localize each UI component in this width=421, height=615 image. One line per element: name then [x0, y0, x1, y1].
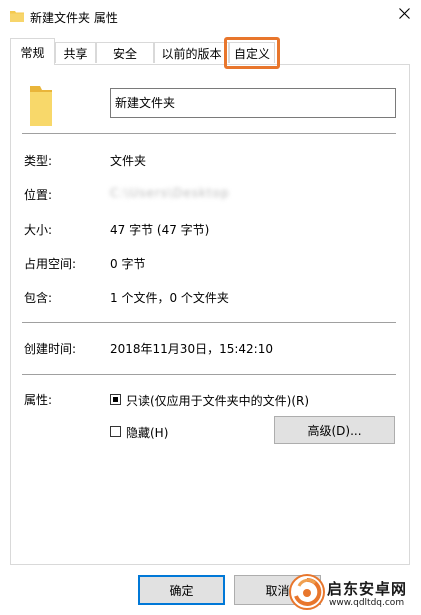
tab-highlight-box	[224, 37, 280, 69]
contains-label: 包含:	[24, 291, 53, 305]
attributes-label: 属性:	[24, 393, 53, 407]
watermark-title: 启东安卓网	[327, 580, 408, 598]
folder-icon	[10, 10, 24, 25]
general-panel	[10, 64, 410, 565]
folder-name-input[interactable]: 新建文件夹	[110, 88, 396, 118]
close-icon	[398, 8, 410, 22]
separator	[22, 374, 396, 375]
watermark-url: www.qdltdq.com	[329, 598, 405, 608]
size-label: 大小:	[24, 223, 53, 237]
tab-previous-versions[interactable]: 以前的版本	[154, 42, 229, 63]
readonly-checkbox[interactable]	[110, 394, 121, 405]
created-label: 创建时间:	[24, 342, 77, 356]
location-value: C:\Users\Desktop	[110, 186, 230, 200]
location-label: 位置:	[24, 188, 53, 202]
close-button[interactable]	[387, 0, 421, 30]
separator	[22, 322, 396, 323]
readonly-label: 只读(仅应用于文件夹中的文件)(R)	[126, 394, 310, 408]
tab-security[interactable]: 安全	[96, 42, 154, 63]
separator	[22, 133, 396, 134]
watermark: 启东安卓网 www.qdltdq.com	[285, 570, 421, 615]
advanced-button[interactable]: 高级(D)...	[274, 416, 395, 444]
type-value: 文件夹	[110, 154, 147, 168]
created-value: 2018年11月30日，15:42:10	[110, 342, 273, 356]
disk-size-label: 占用空间:	[24, 257, 77, 271]
type-label: 类型:	[24, 154, 53, 168]
ok-button[interactable]: 确定	[138, 575, 225, 605]
watermark-logo-icon	[289, 574, 325, 613]
tab-general[interactable]: 常规	[10, 38, 55, 65]
hidden-checkbox[interactable]	[110, 426, 121, 437]
disk-size-value: 0 字节	[110, 257, 146, 271]
folder-icon	[30, 86, 52, 129]
tab-sharing[interactable]: 共享	[55, 42, 96, 63]
contains-value: 1 个文件，0 个文件夹	[110, 291, 229, 305]
window-title: 新建文件夹 属性	[30, 11, 118, 25]
size-value: 47 字节 (47 字节)	[110, 223, 210, 237]
tab-strip: 常规 共享 安全 以前的版本 自定义	[10, 38, 410, 65]
title-bar: 新建文件夹 属性	[0, 0, 421, 32]
hidden-label: 隐藏(H)	[126, 426, 169, 440]
